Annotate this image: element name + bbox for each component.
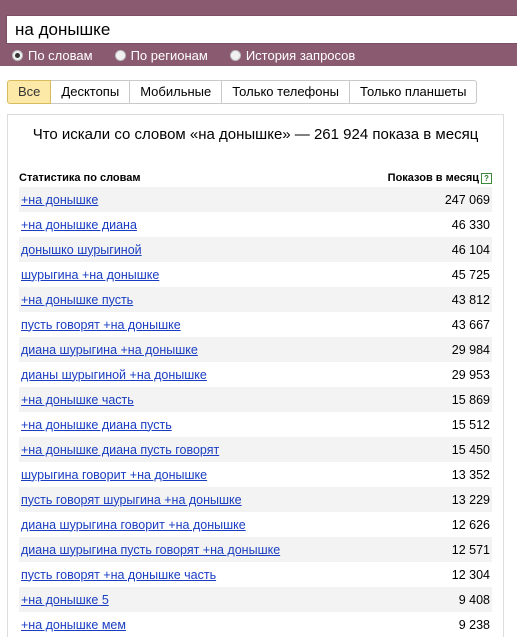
radio-checked-icon[interactable] [12,49,23,61]
table-row: +на донышке диана 46 330 [19,212,492,237]
show-count: 46 104 [451,242,490,257]
column-header-words: Статистика по словам [19,172,141,184]
table-row: диана шурыгина +на донышке 29 984 [19,337,492,362]
search-input[interactable]: на донышке [6,15,517,44]
table-row: дианы шурыгиной +на донышке 29 953 [19,362,492,387]
table-header: Статистика по словам Показов в месяц ? [19,170,492,186]
mode-label: По словам [28,47,93,63]
phrase-link[interactable]: +на донышке диана [21,218,137,232]
tab-desktops[interactable]: Десктопы [51,80,131,104]
show-count: 15 869 [451,392,490,407]
phrase-link[interactable]: пусть говорят шурыгина +на донышке [21,493,242,507]
table-row: пусть говорят шурыгина +на донышке 13 229 [19,487,492,512]
show-count: 9 408 [458,592,490,607]
table-row: +на донышке часть 15 869 [19,387,492,412]
show-count: 15 450 [451,442,490,457]
search-mode-group: По словам По регионам История запросов [12,46,377,64]
mode-by-words[interactable]: По словам [12,48,93,63]
show-count: 12 304 [451,567,490,582]
radio-unchecked-icon[interactable] [114,49,126,61]
show-count: 13 352 [451,467,490,482]
phrase-link[interactable]: +на донышке пусть [21,293,133,307]
results-table: +на донышке 247 069 +на донышке диана 46 33… [19,187,492,637]
mode-label: По регионам [130,47,208,63]
tab-all[interactable]: Все [7,80,52,104]
device-tabs: Все Десктопы Мобильные Только телефоны Т… [7,80,478,104]
show-count: 43 667 [451,317,490,332]
table-row: шурыгина +на донышке 45 725 [19,262,492,287]
phrase-link[interactable]: +на донышке 5 [21,593,109,607]
show-count: 45 725 [451,267,490,282]
phrase-link[interactable]: пусть говорят +на донышке [21,318,181,332]
show-count: 29 984 [451,342,490,357]
phrase-link[interactable]: пусть говорят +на донышке часть [21,568,216,582]
phrase-link[interactable]: диана шурыгина говорит +на донышке [21,518,246,532]
show-count: 29 953 [451,367,490,382]
table-row: донышко шурыгиной 46 104 [19,237,492,262]
table-row: +на донышке мем 9 238 [19,612,492,637]
tab-tablets-only[interactable]: Только планшеты [350,80,478,104]
phrase-link[interactable]: +на донышке часть [21,393,134,407]
phrase-link[interactable]: +на донышке мем [21,618,126,632]
table-row: пусть говорят +на донышке 43 667 [19,312,492,337]
radio-unchecked-icon[interactable] [229,49,241,61]
phrase-link[interactable]: +на донышке диана пусть [21,418,172,432]
table-row: шурыгина говорит +на донышке 13 352 [19,462,492,487]
show-count: 12 626 [451,517,490,532]
table-row: +на донышке пусть 43 812 [19,287,492,312]
table-row: +на донышке 247 069 [19,187,492,212]
show-count: 9 238 [458,617,490,632]
phrase-link[interactable]: +на донышке [21,193,98,207]
help-icon[interactable]: ? [481,172,492,184]
tab-mobile[interactable]: Мобильные [130,80,223,104]
search-header: на донышке По словам По регионам История… [0,0,517,66]
show-count: 13 229 [451,492,490,507]
table-row: +на донышке диана пусть говорят 15 450 [19,437,492,462]
phrase-link[interactable]: шурыгина говорит +на донышке [21,468,207,482]
phrase-link[interactable]: +на донышке диана пусть говорят [21,443,219,457]
table-row: диана шурыгина пусть говорят +на донышке… [19,537,492,562]
column-header-shows: Показов в месяц [387,172,479,184]
show-count: 12 571 [451,542,490,557]
phrase-link[interactable]: донышко шурыгиной [21,243,142,257]
table-row: диана шурыгина говорит +на донышке 12 626 [19,512,492,537]
phrase-link[interactable]: диана шурыгина +на донышке [21,343,198,357]
table-row: +на донышке 5 9 408 [19,587,492,612]
table-row: +на донышке диана пусть 15 512 [19,412,492,437]
mode-query-history[interactable]: История запросов [229,47,356,63]
panel-title: Что искали со словом «на донышке» — 261 … [32,126,479,143]
mode-label: История запросов [245,47,356,63]
show-count: 15 512 [451,417,490,432]
show-count: 46 330 [451,217,490,232]
phrase-link[interactable]: шурыгина +на донышке [21,268,159,282]
show-count: 43 812 [451,292,490,307]
phrase-link[interactable]: дианы шурыгиной +на донышке [21,368,207,382]
phrase-link[interactable]: диана шурыгина пусть говорят +на донышке [21,543,280,557]
tab-phones-only[interactable]: Только телефоны [222,80,351,104]
results-panel: Что искали со словом «на донышке» — 261 … [7,114,504,637]
mode-by-regions[interactable]: По регионам [114,47,208,63]
table-row: пусть говорят +на донышке часть 12 304 [19,562,492,587]
show-count: 247 069 [444,192,490,207]
